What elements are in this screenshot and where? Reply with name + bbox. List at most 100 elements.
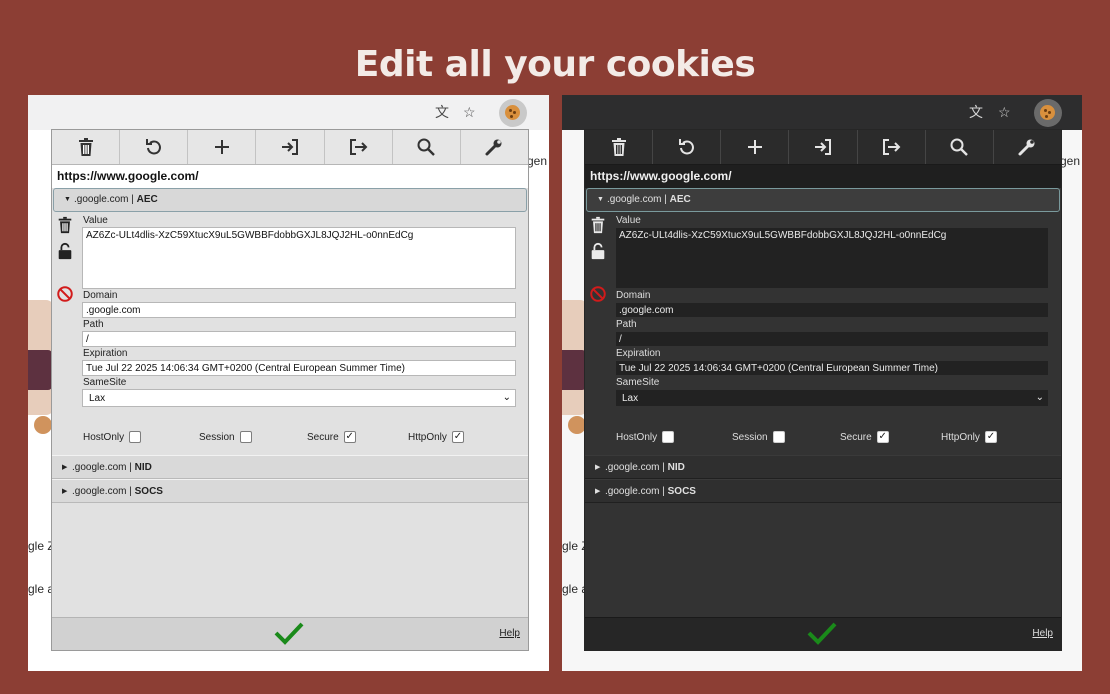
cookie-details: Value AZ6Zc-ULt4dlis-XzC59XtucX9uL5GWBBF… [585, 212, 1061, 455]
delete-cookie-button[interactable] [589, 216, 607, 239]
secure-flag: Secure ✓ [307, 431, 356, 443]
cookie-editor-popup: https://www.google.com/ ▼ .google.com | A… [584, 129, 1062, 651]
block-cookie-button[interactable] [589, 285, 607, 308]
wrench-icon [485, 139, 502, 156]
refresh-icon [145, 139, 161, 155]
cookie-extension-button[interactable] [1034, 99, 1062, 127]
delete-all-button[interactable] [585, 130, 654, 164]
path-input[interactable]: / [615, 331, 1049, 347]
cookie-editor-popup: https://www.google.com/ ▼ .google.com | A… [51, 129, 529, 651]
expiration-input[interactable]: Tue Jul 22 2025 14:06:34 GMT+0200 (Centr… [615, 360, 1049, 376]
path-input[interactable]: / [82, 331, 516, 347]
hostonly-flag: HostOnly [83, 431, 142, 443]
plus-icon [214, 140, 229, 154]
refresh-button[interactable] [120, 130, 189, 164]
secure-flag: Secure ✓ [840, 431, 889, 443]
session-checkbox[interactable] [239, 431, 252, 443]
cookie-domain: .google.com | [72, 486, 135, 497]
secure-label: Secure [840, 431, 872, 443]
plus-icon [747, 140, 762, 154]
screenshot-light: 文 ☆ ngen gle Z gle a https://www.google.… [28, 95, 549, 671]
expiration-input[interactable]: Tue Jul 22 2025 14:06:34 GMT+0200 (Centr… [82, 360, 516, 376]
secure-label: Secure [307, 431, 339, 443]
cookie-domain: .google.com | [605, 462, 668, 473]
chevron-down-icon: ⌄ [1035, 392, 1044, 403]
import-button[interactable] [256, 130, 325, 164]
cookie-header-nid[interactable]: ▶ .google.com | NID [52, 455, 528, 479]
cookie-extension-button[interactable] [499, 99, 527, 127]
translate-icon[interactable]: 文 [435, 104, 449, 120]
httponly-checkbox[interactable]: ✓ [451, 431, 464, 443]
value-textarea[interactable]: AZ6Zc-ULt4dlis-XzC59XtucX9uL5GWBBFdobbGX… [82, 227, 516, 289]
save-button[interactable] [274, 620, 304, 650]
cookie-icon [1040, 105, 1055, 120]
save-button[interactable] [807, 620, 837, 650]
cookie-flags: HostOnly Session Secure ✓ HttpOnly ✓ [616, 431, 1050, 447]
expiration-label: Expiration [83, 348, 128, 359]
samesite-select[interactable]: Lax ⌄ [615, 389, 1049, 407]
samesite-value: Lax [89, 393, 106, 404]
chevron-down-icon: ⌄ [502, 392, 511, 403]
add-cookie-button[interactable] [188, 130, 257, 164]
cookie-header-socs[interactable]: ▶ .google.com | SOCS [585, 479, 1061, 503]
add-cookie-button[interactable] [721, 130, 790, 164]
delete-all-button[interactable] [52, 130, 121, 164]
block-cookie-button[interactable] [56, 285, 74, 308]
popup-footer: Help [585, 617, 1061, 650]
cookie-header-aec[interactable]: ▼ .google.com | AEC [586, 188, 1060, 212]
path-label: Path [616, 319, 637, 330]
star-icon[interactable]: ☆ [998, 104, 1011, 120]
secure-checkbox[interactable]: ✓ [876, 431, 889, 443]
session-checkbox[interactable] [772, 431, 785, 443]
options-button[interactable] [461, 130, 528, 164]
search-button[interactable] [926, 130, 994, 164]
cookie-domain: .google.com | [605, 486, 668, 497]
popup-toolbar [585, 130, 1061, 165]
hostonly-label: HostOnly [616, 431, 658, 443]
samesite-select[interactable]: Lax ⌄ [82, 389, 516, 407]
httponly-flag: HttpOnly ✓ [941, 431, 997, 443]
star-icon[interactable]: ☆ [463, 104, 476, 120]
cookie-icon [505, 105, 520, 120]
help-link[interactable]: Help [499, 628, 520, 639]
export-button[interactable] [325, 130, 393, 164]
domain-input[interactable]: .google.com [82, 302, 516, 318]
domain-input[interactable]: .google.com [615, 302, 1049, 318]
import-button[interactable] [789, 130, 858, 164]
lock-toggle-button[interactable] [56, 242, 74, 265]
caret-down-icon: ▼ [64, 196, 71, 203]
hostonly-checkbox[interactable] [129, 431, 142, 443]
export-button[interactable] [858, 130, 926, 164]
caret-right-icon: ▶ [62, 488, 68, 495]
checkmark-icon [274, 622, 304, 645]
hostonly-checkbox[interactable] [662, 431, 675, 443]
value-label: Value [83, 215, 108, 226]
search-button[interactable] [393, 130, 461, 164]
cookie-name: SOCS [134, 486, 163, 497]
caret-right-icon: ▶ [595, 488, 601, 495]
block-icon [57, 286, 73, 302]
wrench-icon [1018, 139, 1035, 156]
domain-label: Domain [616, 290, 651, 301]
cookie-name: SOCS [667, 486, 696, 497]
help-link[interactable]: Help [1032, 628, 1053, 639]
value-textarea[interactable]: AZ6Zc-ULt4dlis-XzC59XtucX9uL5GWBBFdobbGX… [615, 227, 1049, 289]
cookie-header-socs[interactable]: ▶ .google.com | SOCS [52, 479, 528, 503]
secure-checkbox[interactable]: ✓ [343, 431, 356, 443]
delete-cookie-button[interactable] [56, 216, 74, 239]
import-icon [814, 139, 831, 155]
import-icon [281, 139, 298, 155]
unlock-icon [58, 242, 72, 260]
hostonly-flag: HostOnly [616, 431, 675, 443]
cookie-name: AEC [669, 194, 691, 205]
translate-icon[interactable]: 文 [969, 104, 983, 120]
httponly-checkbox[interactable]: ✓ [984, 431, 997, 443]
cookie-header-nid[interactable]: ▶ .google.com | NID [585, 455, 1061, 479]
export-icon [350, 139, 368, 155]
options-button[interactable] [994, 130, 1061, 164]
value-label: Value [616, 215, 641, 226]
cookie-header-aec[interactable]: ▼ .google.com | AEC [53, 188, 527, 212]
refresh-button[interactable] [653, 130, 722, 164]
background-dot [34, 416, 52, 434]
lock-toggle-button[interactable] [589, 242, 607, 265]
